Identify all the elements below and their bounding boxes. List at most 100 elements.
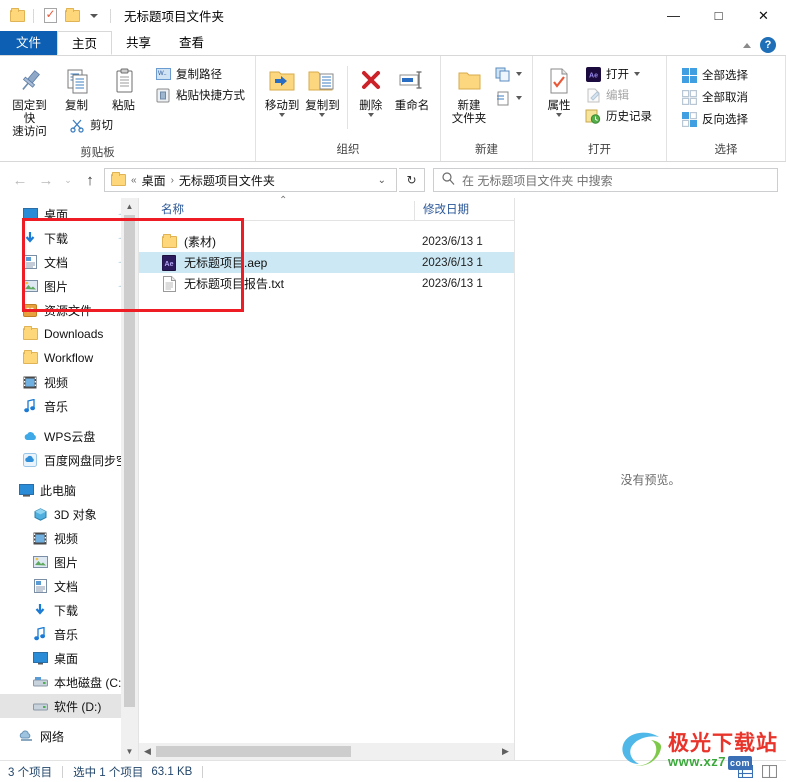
search-input[interactable]: 在 无标题项目文件夹 中搜索 (433, 168, 778, 192)
address-bar: ← → ⌄ ↑ « 桌面 › 无标题项目文件夹 ⌄ ↻ 在 无标题项目文件夹 中… (0, 162, 786, 198)
chevron-left-icon[interactable]: ◀ (139, 743, 156, 760)
table-row[interactable]: 无标题项目报告.txt 2023/6/13 1 (139, 273, 514, 294)
scrollbar-track[interactable] (156, 743, 497, 760)
file-list-hscrollbar[interactable]: ◀ ▶ (139, 743, 514, 760)
scrollbar-thumb[interactable] (156, 746, 351, 757)
select-none-button[interactable]: 全部取消 (677, 88, 752, 106)
close-button[interactable]: ✕ (741, 0, 786, 31)
copy-to-button[interactable]: 复制到 (302, 62, 342, 120)
file-name-cell[interactable]: (素材) (139, 233, 414, 250)
chevron-down-icon[interactable] (279, 113, 286, 117)
chevron-down-icon[interactable]: ▼ (121, 743, 138, 760)
copy-button[interactable]: 复制 (53, 62, 100, 116)
new-item-button[interactable] (491, 65, 526, 83)
history-button[interactable]: 历史记录 (581, 107, 656, 125)
sidebar-item-network[interactable]: 网络 (0, 724, 138, 748)
breadcrumb-item-current[interactable]: 无标题项目文件夹 (179, 172, 275, 189)
help-icon[interactable]: ? (760, 37, 776, 53)
ribbon-tabs: 文件 主页 共享 查看 ? (0, 31, 786, 55)
chevron-up-icon[interactable] (743, 42, 751, 48)
file-name-cell[interactable]: 无标题项目报告.txt (139, 275, 414, 292)
breadcrumb-overflow[interactable]: « (131, 175, 137, 186)
sidebar-item-downloads-pc[interactable]: 下载 (0, 598, 138, 622)
sidebar-item-pictures-pc[interactable]: 图片 (0, 550, 138, 574)
chevron-down-icon[interactable]: ⌄ (372, 175, 392, 186)
tab-file[interactable]: 文件 (0, 31, 58, 55)
chevron-down-icon[interactable] (516, 96, 522, 100)
sidebar-item-downloads-folder[interactable]: Downloads (0, 322, 138, 346)
pin-to-quick-access-button[interactable]: 固定到快 速访问 (6, 62, 53, 142)
table-row[interactable]: (素材) 2023/6/13 1 (139, 231, 514, 252)
chevron-right-icon[interactable]: ▶ (497, 743, 514, 760)
move-to-label: 移动到 (264, 100, 300, 112)
chevron-down-icon[interactable] (319, 113, 326, 117)
new-folder-button[interactable]: 新建 文件夹 (447, 62, 491, 129)
rename-button[interactable]: 重命名 (390, 62, 434, 116)
chevron-up-icon[interactable]: ▲ (121, 198, 138, 215)
chevron-down-icon[interactable] (556, 113, 562, 117)
sidebar-item-workflow[interactable]: Workflow (0, 346, 138, 370)
up-button[interactable]: ↑ (78, 168, 102, 192)
select-all-button[interactable]: 全部选择 (677, 66, 752, 84)
sidebar-item-videos-pc[interactable]: 视频 (0, 526, 138, 550)
forward-button[interactable]: → (34, 168, 58, 192)
table-row[interactable]: Ae 无标题项目.aep 2023/6/13 1 (139, 252, 514, 273)
svg-text:Ae: Ae (165, 261, 174, 268)
chevron-down-icon[interactable] (367, 113, 374, 117)
ribbon-group-label-open: 打开 (588, 144, 611, 156)
move-to-button[interactable]: 移动到 (262, 62, 302, 120)
copy-path-button[interactable]: W.. 复制路径 (151, 65, 249, 83)
sidebar-item-desktop-pc[interactable]: 桌面 (0, 646, 138, 670)
chevron-down-icon[interactable] (85, 7, 103, 25)
sidebar-scrollbar[interactable]: ▲ ▼ (121, 198, 138, 760)
delete-button[interactable]: 删除 (352, 62, 391, 120)
tab-view[interactable]: 查看 (165, 31, 218, 55)
sidebar-item-this-pc[interactable]: 此电脑 (0, 478, 138, 502)
recent-locations-button[interactable]: ⌄ (60, 168, 76, 192)
scrollbar-thumb[interactable] (124, 215, 135, 707)
open-button[interactable]: Ae 打开 (581, 65, 656, 83)
chevron-down-icon[interactable] (634, 72, 640, 76)
invert-selection-label: 反向选择 (702, 114, 748, 126)
tab-share[interactable]: 共享 (112, 31, 165, 55)
back-button[interactable]: ← (8, 168, 32, 192)
sidebar-item-assets[interactable]: 资源文件 📌 (0, 298, 138, 322)
properties-icon[interactable] (41, 7, 59, 25)
maximize-button[interactable]: □ (696, 0, 741, 31)
sidebar-item-videos[interactable]: 视频 (0, 370, 138, 394)
sidebar-item-music-pc[interactable]: 音乐 (0, 622, 138, 646)
sidebar-item-documents-pc[interactable]: 文档 (0, 574, 138, 598)
sidebar-item-drive-d[interactable]: 软件 (D:) (0, 694, 138, 718)
breadcrumb-item-desktop[interactable]: 桌面 (142, 172, 166, 189)
cut-button[interactable]: 剪切 (65, 116, 249, 134)
minimize-button[interactable]: — (651, 0, 696, 31)
refresh-button[interactable]: ↻ (399, 168, 425, 192)
sidebar-item-music[interactable]: 音乐 (0, 394, 138, 418)
sidebar-item-pictures[interactable]: 图片 📌 (0, 274, 138, 298)
ribbon-group-clipboard: 固定到快 速访问 复制 粘贴 W.. 复制路径 粘贴快捷方式 剪切 剪贴板 (0, 56, 256, 161)
easy-access-button[interactable] (491, 89, 526, 107)
chevron-down-icon[interactable] (516, 72, 522, 76)
sidebar-item-downloads[interactable]: 下载 📌 (0, 226, 138, 250)
sidebar-item-baidu-netdisk[interactable]: 百度网盘同步空间 (0, 448, 138, 472)
paste-shortcut-button[interactable]: 粘贴快捷方式 (151, 86, 249, 104)
folder-icon[interactable] (8, 7, 26, 25)
videos-icon (32, 530, 48, 546)
edit-button[interactable]: 编辑 (581, 86, 656, 104)
download-icon (32, 602, 48, 618)
properties-button[interactable]: 属性 (539, 62, 579, 120)
column-header-name[interactable]: 名称 ⌃ (139, 195, 414, 220)
sidebar-item-wps-cloud[interactable]: WPS云盘 (0, 424, 138, 448)
column-header-date[interactable]: 修改日期 (414, 201, 514, 220)
tab-home[interactable]: 主页 (57, 31, 113, 55)
sidebar-item-drive-c[interactable]: 本地磁盘 (C:) (0, 670, 138, 694)
sidebar-item-desktop[interactable]: 桌面 📌 (0, 202, 138, 226)
sidebar-label: 桌面 (54, 651, 79, 666)
file-name-cell[interactable]: Ae 无标题项目.aep (139, 254, 414, 271)
invert-selection-button[interactable]: 反向选择 (677, 110, 752, 128)
paste-button[interactable]: 粘贴 (100, 62, 147, 116)
sidebar-item-3d-objects[interactable]: 3D 对象 (0, 502, 138, 526)
breadcrumb[interactable]: « 桌面 › 无标题项目文件夹 ⌄ (104, 168, 397, 192)
sidebar-item-documents[interactable]: 文档 📌 (0, 250, 138, 274)
new-folder-icon[interactable] (63, 7, 81, 25)
